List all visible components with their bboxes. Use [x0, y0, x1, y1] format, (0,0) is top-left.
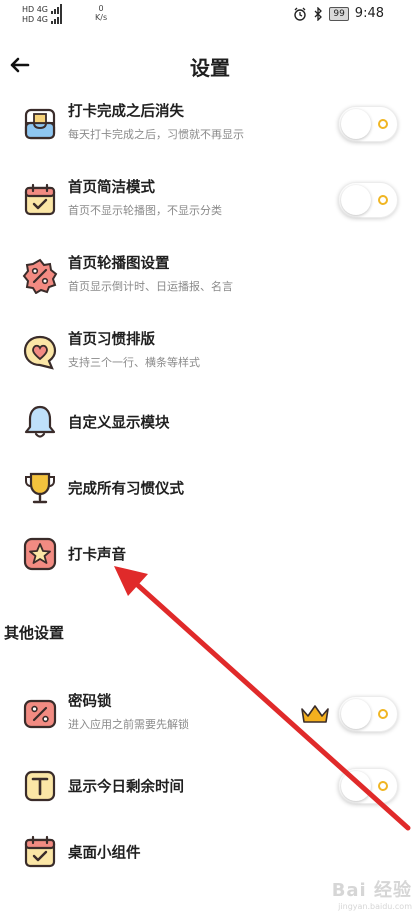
alarm-icon: [294, 7, 307, 21]
trophy-icon: [25, 472, 55, 504]
battery-indicator: 99: [329, 6, 349, 21]
toggle-knob: [341, 771, 371, 801]
setting-row-hide-after-checkin[interactable]: 打卡完成之后消失 每天打卡完成之后，习惯就不再显示: [0, 86, 420, 162]
network-1-label: HD 4G: [22, 5, 49, 14]
setting-label: 自定义显示模块: [68, 415, 170, 432]
setting-description: 首页显示倒计时、日运播报、名言: [68, 280, 233, 293]
setting-description: 每天打卡完成之后，习惯就不再显示: [68, 128, 244, 141]
simple-mode-toggle[interactable]: [338, 182, 398, 218]
toggle-knob: [341, 109, 371, 139]
inbox-icon: [24, 108, 56, 140]
calendar-widget-icon: [24, 835, 56, 868]
percent-badge-icon: [22, 258, 58, 294]
status-bar: HD 4G HD 4G 0 K/s 99 9:48: [0, 0, 420, 30]
star-icon: [23, 537, 57, 571]
setting-row-simple-mode[interactable]: 首页简洁模式 首页不显示轮播图，不显示分类: [0, 162, 420, 238]
bell-icon: [24, 405, 56, 438]
network-speed: 0 K/s: [95, 4, 107, 22]
bluetooth-icon: [314, 6, 323, 21]
setting-label: 首页简洁模式: [68, 180, 155, 196]
hide-after-checkin-toggle[interactable]: [338, 106, 398, 142]
watermark-text: Bai 经验: [331, 880, 412, 901]
toggle-knob: [341, 699, 371, 729]
setting-row-custom-modules[interactable]: 自定义显示模块: [0, 384, 420, 460]
setting-description: 支持三个一行、横条等样式: [68, 356, 200, 369]
page-title: 设置: [190, 56, 230, 80]
watermark: Bai 经验 jingyan.baidu.com: [332, 876, 412, 911]
signal-icon: [50, 14, 62, 24]
setting-description: 首页不显示轮播图，不显示分类: [68, 204, 222, 217]
setting-description: 进入应用之前需要先解锁: [68, 718, 189, 731]
letter-t-icon: [24, 770, 56, 802]
toggle-off-indicator: [378, 709, 388, 719]
setting-row-remaining-time[interactable]: 显示今日剩余时间: [0, 748, 420, 824]
setting-label: 显示今日剩余时间: [68, 779, 184, 796]
setting-label: 首页习惯排版: [68, 332, 155, 348]
speed-value: 0: [98, 4, 104, 13]
setting-label: 密码锁: [68, 694, 112, 710]
setting-row-checkin-sound[interactable]: 打卡声音: [0, 516, 420, 592]
clock: 9:48: [354, 6, 384, 21]
setting-label: 打卡完成之后消失: [68, 104, 184, 120]
toggle-off-indicator: [378, 195, 388, 205]
setting-label: 完成所有习惯仪式: [68, 481, 184, 498]
setting-row-completion-ritual[interactable]: 完成所有习惯仪式: [0, 450, 420, 526]
calendar-check-icon: [24, 183, 56, 216]
signal-icon: [50, 4, 62, 14]
lock-percent-icon: [23, 699, 57, 729]
watermark-sub: jingyan.baidu.com: [338, 902, 412, 911]
toggle-off-indicator: [378, 781, 388, 791]
status-right: 99 9:48: [293, 6, 384, 21]
remaining-time-toggle[interactable]: [338, 768, 398, 804]
heart-bubble-icon: [23, 335, 57, 370]
setting-row-layout[interactable]: 首页习惯排版 支持三个一行、横条等样式: [0, 314, 420, 390]
password-lock-toggle[interactable]: [338, 696, 398, 732]
setting-row-password-lock[interactable]: 密码锁 进入应用之前需要先解锁: [0, 676, 420, 752]
setting-label: 首页轮播图设置: [68, 256, 170, 272]
toggle-off-indicator: [378, 119, 388, 129]
setting-label: 桌面小组件: [68, 845, 141, 862]
network-indicators: HD 4G HD 4G: [22, 4, 65, 24]
setting-row-carousel[interactable]: 首页轮播图设置 首页显示倒计时、日运播报、名言: [0, 238, 420, 314]
speed-unit: K/s: [95, 13, 108, 22]
toggle-knob: [341, 185, 371, 215]
network-2-label: HD 4G: [22, 15, 49, 24]
top-bar: 设置: [0, 48, 420, 84]
section-title-other: 其他设置: [4, 624, 65, 642]
setting-label: 打卡声音: [68, 547, 126, 564]
crown-icon: [301, 705, 329, 723]
